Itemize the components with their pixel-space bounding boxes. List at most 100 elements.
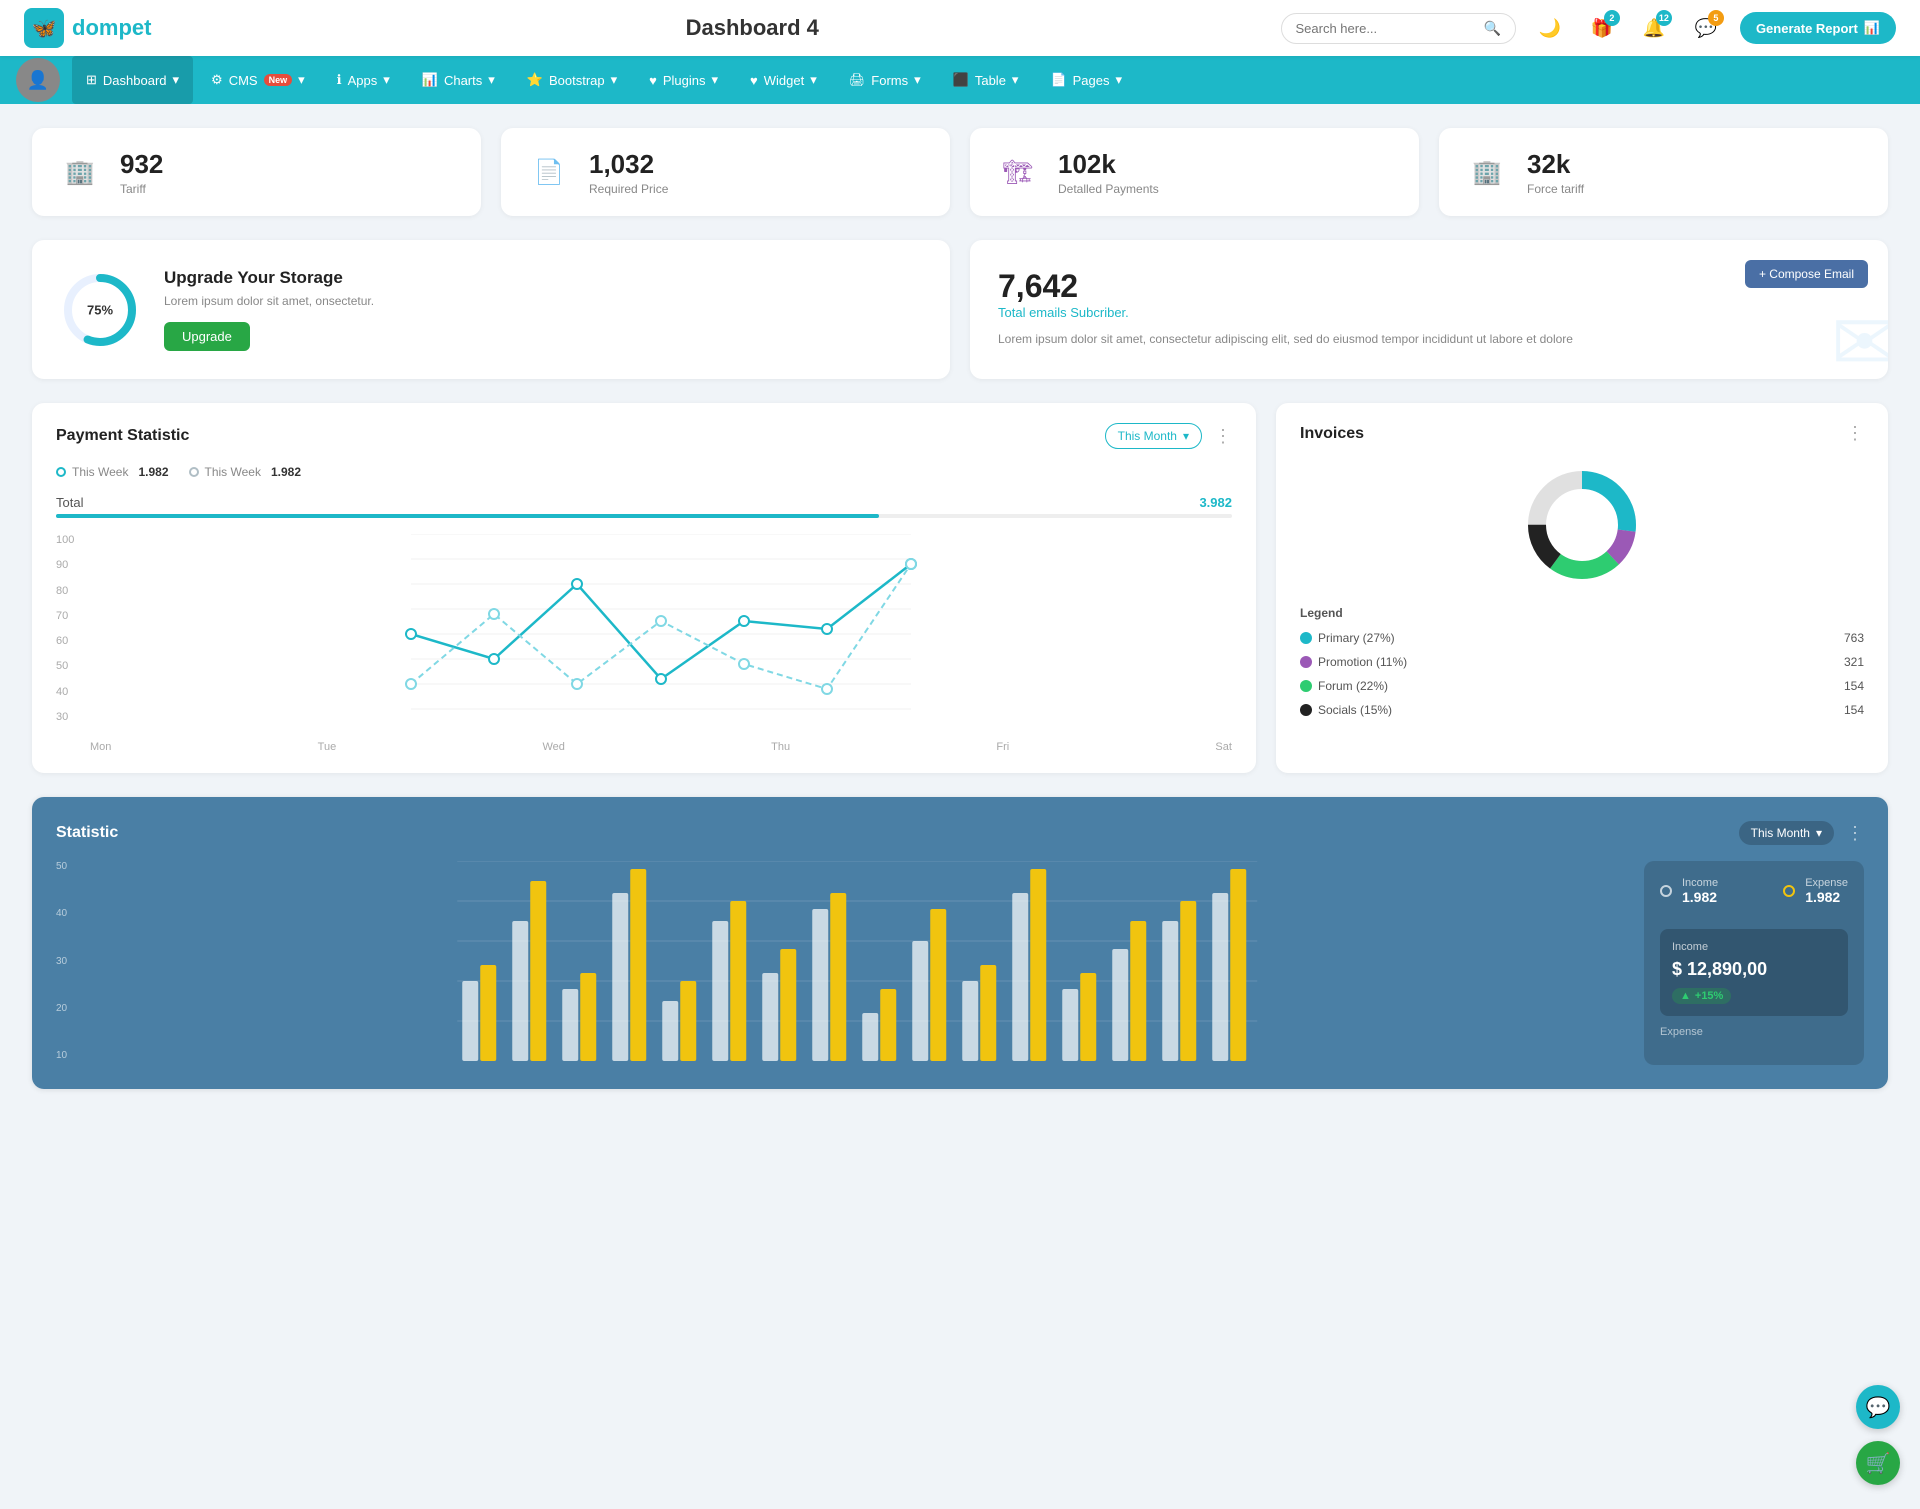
cms-icon: ⚙: [211, 72, 223, 88]
legend-value-promotion: 321: [1844, 655, 1864, 669]
chart-progress-fill: [56, 514, 879, 518]
moon-button[interactable]: 🌙: [1532, 10, 1568, 46]
chevron-down-icon-widget: ▾: [810, 72, 817, 88]
expense-value: 1.982: [1805, 889, 1848, 905]
detailed-payments-info: 102k Detalled Payments: [1058, 149, 1159, 196]
gift-button[interactable]: 🎁 2: [1584, 10, 1620, 46]
nav-item-bootstrap[interactable]: ⭐ Bootstrap ▾: [513, 56, 631, 104]
chat-badge: 5: [1708, 10, 1724, 26]
chevron-down-icon-apps: ▾: [383, 72, 390, 88]
month-selector-label: This Month: [1118, 429, 1177, 443]
detailed-payments-label: Detalled Payments: [1058, 182, 1159, 196]
support-button[interactable]: 💬: [1856, 1385, 1900, 1429]
total-value: 3.982: [1199, 495, 1232, 510]
search-box[interactable]: 🔍: [1281, 13, 1516, 44]
expense-indicator: [1783, 885, 1795, 897]
legend-color-socials: [1300, 704, 1312, 716]
nav-item-plugins[interactable]: ♥ Plugins ▾: [635, 56, 732, 104]
bar-chart-svg: [86, 861, 1628, 1061]
generate-report-label: Generate Report: [1756, 21, 1858, 36]
generate-report-button[interactable]: Generate Report 📊: [1740, 12, 1896, 44]
bar-chart-area: 50 40 30 20 10: [56, 861, 1628, 1065]
nav-bar: 👤 ⊞ Dashboard ▾ ⚙ CMS New ▾ ℹ Apps ▾ 📊 C…: [0, 56, 1920, 104]
nav-label-table: Table: [975, 73, 1006, 88]
nav-item-table[interactable]: ⬛ Table ▾: [939, 56, 1033, 104]
nav-item-charts[interactable]: 📊 Charts ▾: [408, 56, 509, 104]
legend-value-primary: 763: [1844, 631, 1864, 645]
nav-item-dashboard[interactable]: ⊞ Dashboard ▾: [72, 56, 193, 104]
force-tariff-label: Force tariff: [1527, 182, 1584, 196]
chat-button[interactable]: 💬 5: [1688, 10, 1724, 46]
bell-badge: 12: [1656, 10, 1672, 26]
legend-value-1: 1.982: [271, 465, 301, 479]
stat-three-dots[interactable]: ⋮: [1846, 823, 1864, 844]
logo-area: 🦋 dompet: [24, 8, 224, 48]
statistic-month-button[interactable]: This Month ▾: [1739, 821, 1834, 845]
invoices-title: Invoices: [1300, 425, 1364, 443]
income-change: ▲ +15%: [1672, 988, 1731, 1004]
income-label: Income: [1682, 877, 1718, 889]
chevron-down-icon-table: ▾: [1012, 72, 1019, 88]
income-change-value: +15%: [1695, 990, 1723, 1002]
income-indicator: [1660, 885, 1672, 897]
pages-icon: 📄: [1050, 72, 1066, 88]
widget-icon: ♥: [750, 73, 758, 88]
gift-badge: 2: [1604, 10, 1620, 26]
legend-color-promotion: [1300, 656, 1312, 668]
header-right: 🔍 🌙 🎁 2 🔔 12 💬 5 Generate Report 📊: [1281, 10, 1897, 46]
nav-item-widget[interactable]: ♥ Widget ▾: [736, 56, 831, 104]
email-icon: ✉: [1831, 296, 1888, 379]
required-price-icon: 📄: [525, 148, 573, 196]
stat-chart-header: Statistic This Month ▾ ⋮: [56, 821, 1864, 845]
chevron-down-icon: ▾: [173, 72, 180, 88]
legend-row-forum: Forum (22%) 154: [1300, 674, 1864, 698]
charts-section: Payment Statistic This Month ▾ ⋮ This We…: [32, 403, 1888, 773]
chevron-down-icon-pages: ▾: [1116, 72, 1123, 88]
legend-label-promotion: Promotion (11%): [1318, 655, 1407, 669]
y-axis-labels: 100 90 80 70 60 50 40 30: [56, 534, 86, 723]
line-chart-svg: [90, 534, 1232, 734]
chevron-down-icon-forms: ▾: [914, 72, 921, 88]
legend-item-0: This Week 1.982: [56, 465, 169, 479]
stat-chart-area: 50 40 30 20 10: [56, 861, 1864, 1065]
expense-label-bottom: Expense: [1660, 1026, 1848, 1038]
legend-item-1: This Week 1.982: [189, 465, 302, 479]
legend-color-forum: [1300, 680, 1312, 692]
nav-item-apps[interactable]: ℹ Apps ▾: [323, 56, 404, 104]
invoices-card: Invoices ⋮ Legend: [1276, 403, 1888, 773]
chart-legend: This Week 1.982 This Week 1.982: [56, 465, 1232, 479]
nav-item-cms[interactable]: ⚙ CMS New ▾: [197, 56, 319, 104]
email-card: 7,642 Total emails Subcriber. Lorem ipsu…: [970, 240, 1888, 379]
nav-item-pages[interactable]: 📄 Pages ▾: [1036, 56, 1136, 104]
legend-title: Legend: [1300, 606, 1864, 620]
detailed-payments-number: 102k: [1058, 149, 1159, 180]
three-dots-button[interactable]: ⋮: [1214, 426, 1232, 447]
statistic-month-label: This Month: [1751, 826, 1810, 840]
search-input[interactable]: [1296, 21, 1476, 36]
nav-label-plugins: Plugins: [663, 73, 706, 88]
cart-button[interactable]: 🛒: [1856, 1441, 1900, 1485]
month-selector[interactable]: This Month ▾: [1105, 423, 1202, 449]
chevron-down-icon-bootstrap: ▾: [611, 72, 618, 88]
nav-label-widget: Widget: [764, 73, 804, 88]
chevron-down-icon-charts: ▾: [488, 72, 495, 88]
storage-progress: 75%: [60, 270, 140, 350]
nav-label-bootstrap: Bootstrap: [549, 73, 605, 88]
invoices-three-dots[interactable]: ⋮: [1846, 423, 1864, 444]
bell-button[interactable]: 🔔 12: [1636, 10, 1672, 46]
nav-item-forms[interactable]: 🖨 Forms ▾: [835, 56, 935, 104]
compose-email-button[interactable]: + Compose Email: [1745, 260, 1868, 288]
upgrade-button[interactable]: Upgrade: [164, 322, 250, 351]
tariff-info: 932 Tariff: [120, 149, 163, 196]
nav-label-pages: Pages: [1073, 73, 1110, 88]
legend-value-0: 1.982: [138, 465, 168, 479]
stat-chart-title: Statistic: [56, 824, 118, 842]
invoices-header: Invoices ⋮: [1300, 423, 1864, 444]
main-content: 🏢 932 Tariff 📄 1,032 Required Price 🏗 10…: [0, 104, 1920, 1113]
nav-avatar: 👤: [16, 58, 60, 102]
total-label: Total: [56, 495, 83, 510]
table-icon: ⬛: [953, 72, 969, 88]
storage-title: Upgrade Your Storage: [164, 268, 374, 288]
legend-label-1: This Week: [205, 465, 261, 479]
nav-label-forms: Forms: [871, 73, 908, 88]
